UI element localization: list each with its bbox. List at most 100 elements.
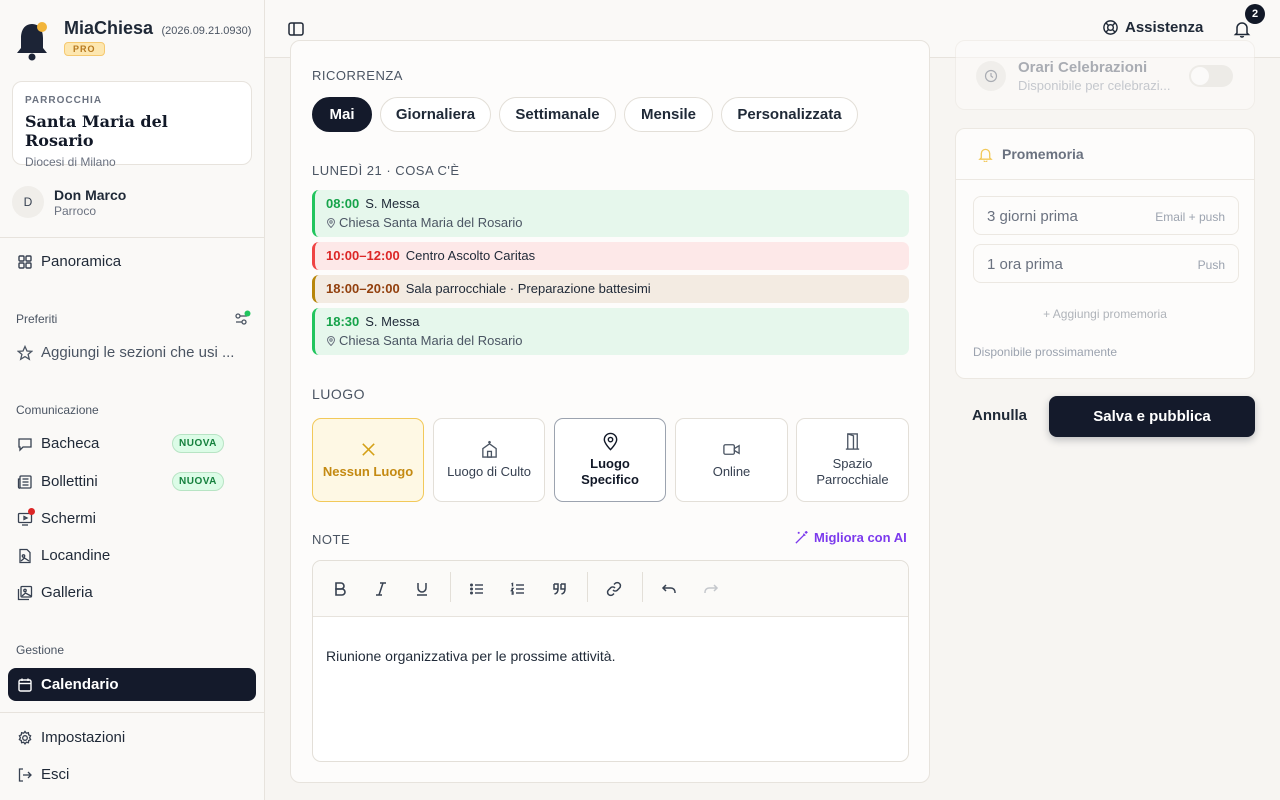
bell-logo-icon: [17, 22, 47, 61]
reminder-item[interactable]: 1 ora prima Push: [973, 244, 1239, 283]
sidebar-item-label: Galleria: [41, 584, 93, 601]
place-option-label: Online: [712, 464, 751, 479]
notes-editor[interactable]: Riunione organizzativa per le prossime a…: [312, 560, 909, 762]
clock-icon: [976, 61, 1006, 91]
improve-with-ai-button[interactable]: Migliora con AI: [794, 530, 907, 545]
place-option-label: Spazio Parrocchiale: [816, 456, 889, 487]
celebrations-title: Orari Celebrazioni: [1018, 59, 1148, 76]
sidebar-item-label: Calendario: [41, 676, 119, 693]
underline-icon[interactable]: [413, 580, 431, 598]
customize-favorites-icon[interactable]: [233, 310, 251, 328]
celebrations-subtitle: Disponibile per celebrazi...: [1018, 78, 1171, 93]
notes-content[interactable]: Riunione organizzativa per le prossime a…: [326, 648, 615, 664]
newspaper-icon: [17, 474, 32, 489]
user-profile[interactable]: D Don Marco Parroco: [12, 186, 126, 218]
sidebar-item-logout[interactable]: Esci: [8, 758, 256, 791]
sidebar-item-label: Bacheca: [41, 435, 100, 452]
sidebar-item-label: Locandine: [41, 547, 111, 564]
bullet-list-icon[interactable]: [468, 580, 486, 598]
reminder-channel: Email + push: [1155, 210, 1225, 224]
place-option-label: Luogo Specifico: [581, 456, 639, 487]
logout-icon: [18, 767, 32, 782]
diocese-name: Diocesi di Milano: [25, 155, 116, 169]
day-event-item[interactable]: 18:00–20:00 Sala parrocchiale · Preparazi…: [312, 275, 909, 303]
redo-icon[interactable]: [702, 580, 720, 598]
recurrence-option-weekly[interactable]: Settimanale: [499, 97, 616, 132]
sidebar-item-galleria[interactable]: Galleria: [8, 576, 256, 609]
grid-icon: [18, 254, 32, 269]
event-title: S. Messa: [365, 196, 420, 211]
place-option-worship[interactable]: Luogo di Culto: [433, 418, 545, 502]
recurrence-option-custom[interactable]: Personalizzata: [721, 97, 858, 132]
sidebar-item-bollettini[interactable]: Bollettini NUOVA: [8, 465, 256, 498]
sidebar: MiaChiesa (2026.09.21.0930) PRO PARROCCH…: [0, 0, 265, 800]
reminder-when: 1 ora prima: [987, 256, 1063, 273]
event-title: Centro Ascolto Caritas: [405, 248, 536, 263]
bold-icon[interactable]: [331, 580, 349, 598]
user-name: Don Marco: [54, 186, 127, 203]
event-time: 18:00–20:00: [326, 281, 400, 296]
place-option-none[interactable]: Nessun Luogo: [312, 418, 424, 502]
sidebar-item-settings[interactable]: Impostazioni: [8, 721, 256, 754]
reminder-item[interactable]: 3 giorni prima Email + push: [973, 196, 1239, 235]
place-option-label: Luogo di Culto: [447, 464, 531, 479]
place-option-specific[interactable]: Luogo Specifico: [554, 418, 666, 502]
bell-icon[interactable]: [1233, 20, 1251, 38]
parish-label: PARROCCHIA: [25, 95, 103, 106]
place-label: LUOGO: [312, 386, 366, 402]
place-option-parish-space[interactable]: Spazio Parrocchiale: [796, 418, 909, 502]
calendar-icon: [18, 678, 32, 692]
bell-icon: [978, 148, 993, 162]
day-event-item[interactable]: 18:30 S. Messa Chiesa Santa Maria del Ros…: [312, 308, 909, 355]
sidebar-item-label: Panoramica: [41, 253, 122, 270]
sidebar-item-bacheca[interactable]: Bacheca NUOVA: [8, 427, 256, 460]
sidebar-item-locandine[interactable]: Locandine: [8, 539, 256, 572]
sidebar-toggle-icon[interactable]: [287, 20, 305, 38]
day-event-item[interactable]: 10:00–12:00 Centro Ascolto Caritas: [312, 242, 909, 270]
event-time: 10:00–12:00: [326, 248, 400, 263]
sidebar-divider: [0, 712, 264, 713]
star-icon: [17, 344, 33, 361]
notification-dot: [28, 508, 35, 515]
reminder-channel: Push: [1197, 258, 1225, 272]
recurrence-option-monthly[interactable]: Mensile: [624, 97, 713, 132]
numbered-list-icon[interactable]: [509, 580, 527, 598]
celebrations-toggle[interactable]: [1189, 65, 1233, 87]
editor-toolbar: [313, 561, 908, 617]
recurrence-option-never[interactable]: Mai: [312, 97, 372, 132]
event-time: 08:00: [326, 196, 360, 211]
assistance-button[interactable]: Assistenza: [1102, 19, 1203, 36]
place-option-label: Nessun Luogo: [322, 464, 414, 479]
reminders-header: Promemoria: [956, 129, 1254, 180]
event-title: Sala parrocchiale · Preparazione battesi…: [405, 281, 651, 296]
brand[interactable]: MiaChiesa (2026.09.21.0930) PRO: [14, 18, 251, 62]
day-event-item[interactable]: 08:00 S. Messa Chiesa Santa Maria del Ros…: [312, 190, 909, 237]
reminders-title: Promemoria: [1002, 146, 1084, 162]
sidebar-item-label: Bollettini: [41, 473, 98, 490]
recurrence-option-daily[interactable]: Giornaliera: [380, 97, 491, 132]
event-location: Chiesa Santa Maria del Rosario: [339, 215, 523, 230]
parish-card[interactable]: PARROCCHIA Santa Maria del Rosario Dioce…: [12, 81, 252, 169]
celebrations-card: Orari Celebrazioni Disponibile per celeb…: [955, 40, 1255, 110]
user-role: Parroco: [54, 203, 97, 218]
recurrence-label: RICORRENZA: [312, 68, 403, 83]
sidebar-item-overview[interactable]: Panoramica: [8, 245, 256, 278]
cancel-button[interactable]: Annulla: [972, 407, 1027, 424]
undo-icon[interactable]: [660, 580, 678, 598]
app-version: (2026.09.21.0930): [161, 25, 252, 37]
link-icon[interactable]: [605, 580, 623, 598]
add-reminder-button[interactable]: + Aggiungi promemoria: [956, 307, 1254, 321]
save-and-publish-button[interactable]: Salva e pubblica: [1049, 396, 1255, 437]
sidebar-item-label: Impostazioni: [41, 729, 126, 746]
day-events-label: LUNEDÌ 21 · COSA C'È: [312, 163, 460, 178]
sidebar-item-add-favorites[interactable]: Aggiungi le sezioni che usi ...: [8, 336, 256, 369]
event-title: S. Messa: [365, 314, 420, 329]
sidebar-item-schermi[interactable]: Schermi: [8, 502, 256, 535]
sidebar-item-calendario[interactable]: Calendario: [8, 668, 256, 701]
app-name: MiaChiesa: [64, 18, 154, 38]
italic-icon[interactable]: [372, 580, 390, 598]
map-pin-icon: [326, 335, 336, 346]
reminder-when: 3 giorni prima: [987, 208, 1078, 225]
quote-icon[interactable]: [551, 580, 569, 598]
place-option-online[interactable]: Online: [675, 418, 788, 502]
